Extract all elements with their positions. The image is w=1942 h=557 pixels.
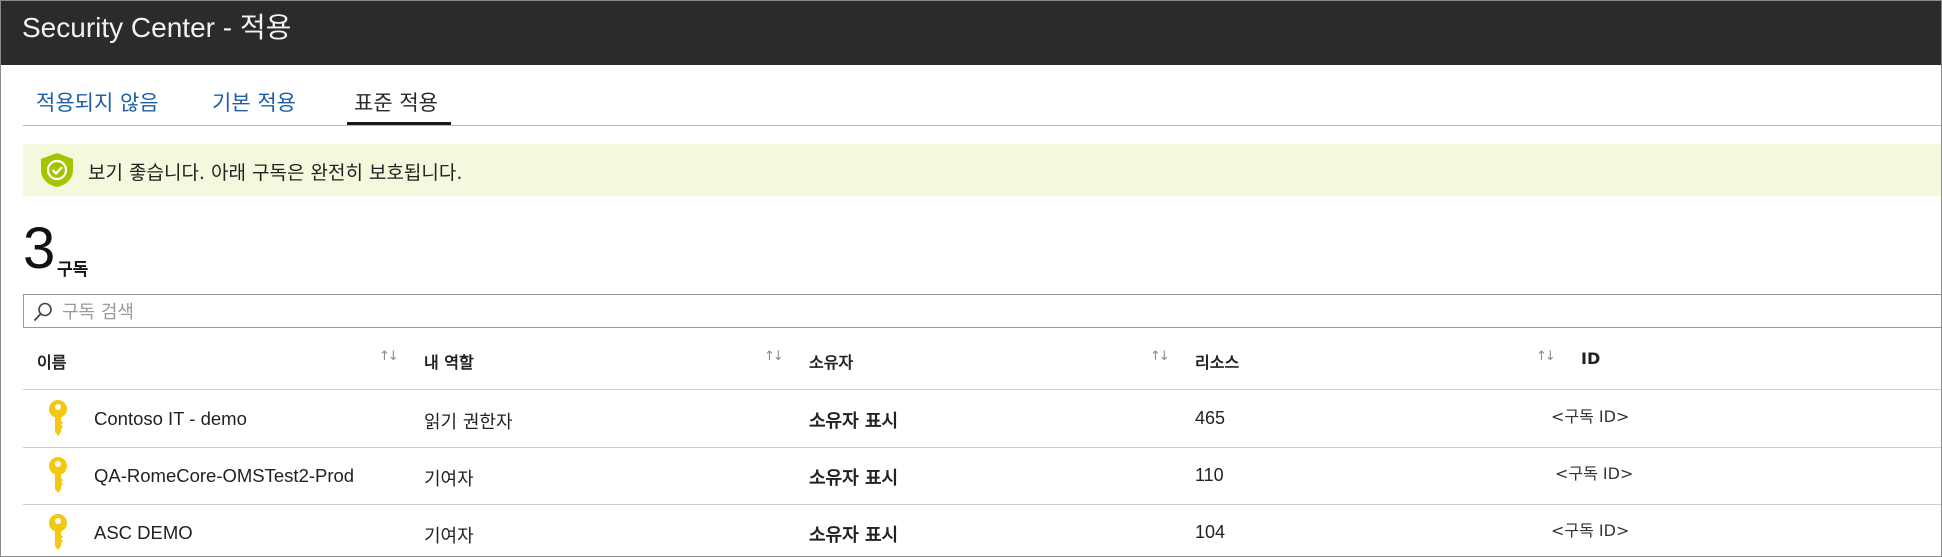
subscription-count-label: 구독 — [57, 260, 89, 280]
search-box — [23, 294, 1941, 328]
shield-check-icon — [39, 152, 75, 192]
resource-count: 104 — [1195, 522, 1226, 542]
column-header-id[interactable]: ID — [1581, 349, 1600, 368]
tab-bar: 적용되지 않음 기본 적용 표준 적용 — [23, 67, 1941, 126]
tab-basic-coverage[interactable]: 기본 적용 — [212, 87, 296, 117]
subscription-name[interactable]: Contoso IT - demo — [94, 408, 247, 430]
subscription-id: <구독 ID> — [1551, 407, 1630, 426]
app-window: Security Center - 적용 적용되지 않음 기본 적용 표준 적용… — [0, 0, 1942, 557]
column-header-name[interactable]: 이름 — [37, 349, 66, 373]
banner-message: 보기 좋습니다. 아래 구독은 완전히 보호됩니다. — [88, 162, 463, 184]
subscription-name[interactable]: ASC DEMO — [94, 522, 193, 544]
sort-resources-icon[interactable]: ↑↓ — [1536, 349, 1556, 364]
column-header-resources[interactable]: 리소스 — [1195, 349, 1239, 373]
subscription-id: <구독 ID> — [1551, 521, 1630, 540]
window-title: Security Center - 적용 — [22, 12, 292, 43]
resource-count: 110 — [1195, 465, 1224, 485]
tab-not-covered[interactable]: 적용되지 않음 — [36, 87, 159, 117]
table-row[interactable]: ASC DEMO 기여자 소유자 표시 104 <구독 ID> — [23, 505, 1941, 556]
my-role: 기여자 — [424, 526, 474, 547]
tab-standard-coverage[interactable]: 표준 적용 — [354, 87, 438, 117]
subscription-count: 3 — [23, 216, 56, 281]
title-bar: Security Center - 적용 — [1, 1, 1941, 65]
sort-role-icon[interactable]: ↑↓ — [764, 349, 784, 364]
my-role: 읽기 권한자 — [424, 412, 513, 433]
subscription-id: <구독 ID> — [1555, 464, 1634, 483]
column-header-my-role[interactable]: 내 역할 — [424, 349, 474, 373]
show-owner-link[interactable]: 소유자 표시 — [809, 521, 898, 547]
search-input[interactable] — [60, 297, 1864, 327]
search-icon — [32, 301, 54, 327]
show-owner-link[interactable]: 소유자 표시 — [809, 464, 898, 490]
subscription-name[interactable]: QA-RomeCore-OMSTest2-Prod — [94, 465, 354, 487]
header-divider — [23, 389, 1941, 390]
active-tab-indicator — [347, 122, 451, 125]
key-icon — [47, 456, 69, 498]
sort-owner-icon[interactable]: ↑↓ — [1150, 349, 1170, 364]
column-header-owner[interactable]: 소유자 — [809, 349, 853, 373]
my-role: 기여자 — [424, 469, 474, 490]
table-row[interactable]: Contoso IT - demo 읽기 권한자 소유자 표시 465 <구독 … — [23, 391, 1941, 447]
table-row[interactable]: QA-RomeCore-OMSTest2-Prod 기여자 소유자 표시 110… — [23, 448, 1941, 504]
key-icon — [47, 513, 69, 555]
status-banner: 보기 좋습니다. 아래 구독은 완전히 보호됩니다. — [23, 144, 1941, 196]
key-icon — [47, 399, 69, 441]
show-owner-link[interactable]: 소유자 표시 — [809, 407, 898, 433]
resource-count: 465 — [1195, 408, 1226, 428]
sort-name-icon[interactable]: ↑↓ — [379, 349, 399, 364]
